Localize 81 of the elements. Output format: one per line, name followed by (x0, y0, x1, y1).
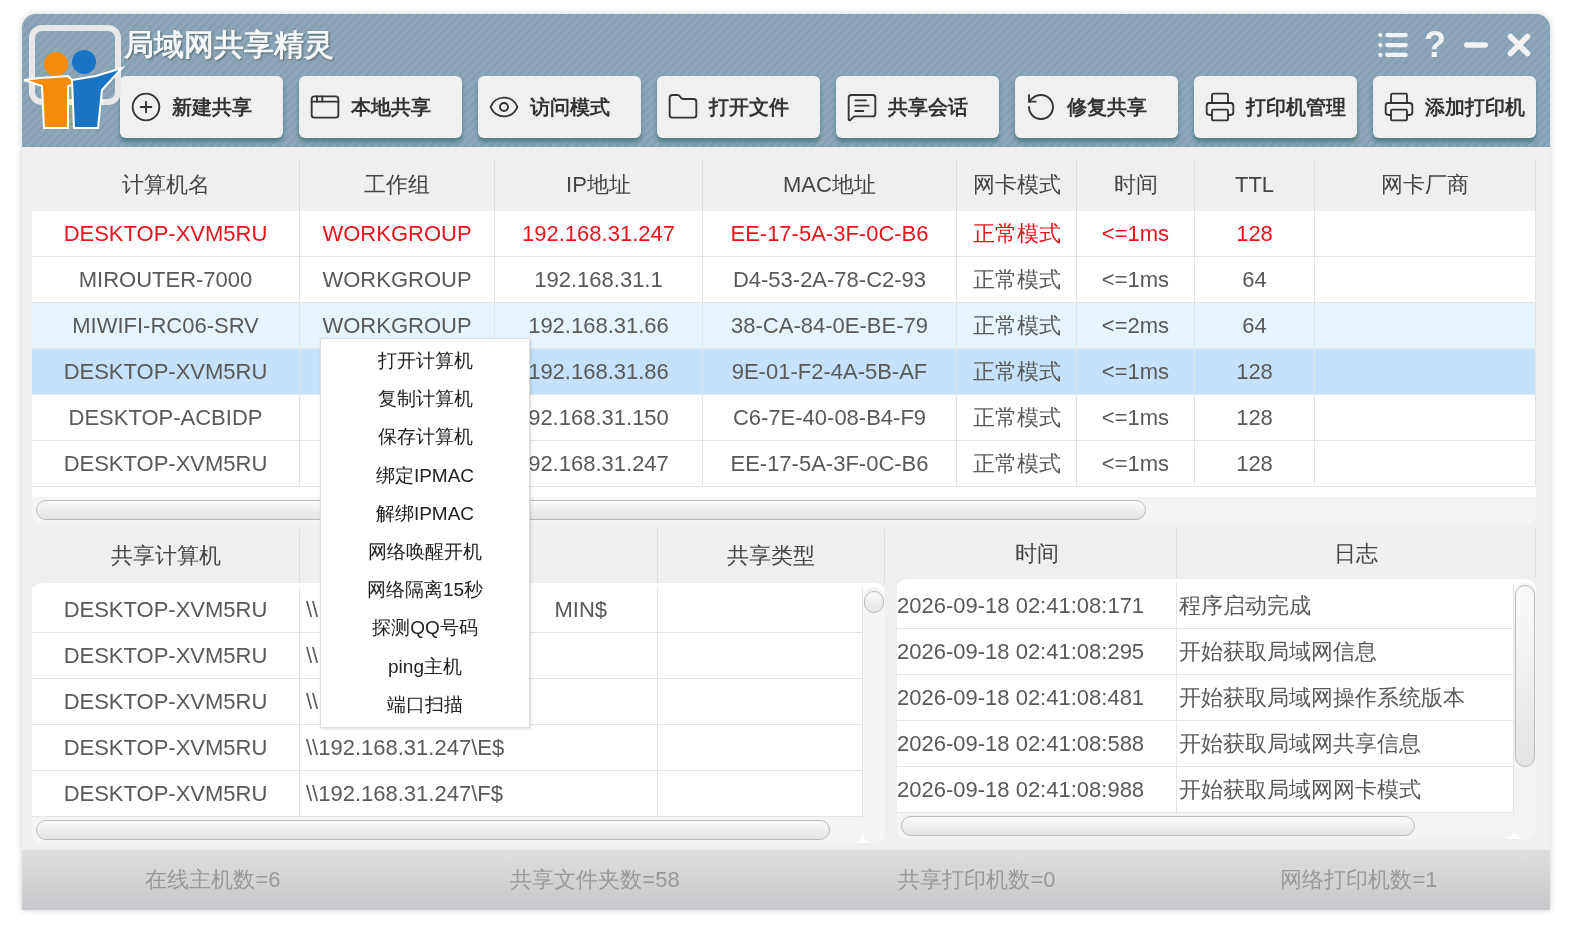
scrollbar-thumb[interactable] (36, 820, 830, 840)
table-cell: 2026-09-18 02:41:08:481 (897, 675, 1177, 720)
table-cell: WORKGROUP (300, 257, 495, 302)
toolbar-button[interactable]: 共享会话 (836, 76, 999, 138)
table-cell: EE-17-5A-3F-0C-B6 (703, 441, 957, 486)
toolbar-button[interactable]: 打开文件 (657, 76, 820, 138)
scrollbar-thumb[interactable] (901, 816, 1415, 836)
table-cell: 正常模式 (957, 257, 1077, 302)
table-cell: DESKTOP-XVM5RU (32, 587, 300, 632)
window-title: 局域网共享精灵 (124, 26, 334, 63)
table-cell: 38-CA-84-0E-BE-79 (703, 303, 957, 348)
table-cell: DESKTOP-XVM5RU (32, 211, 300, 256)
table-cell: D4-53-2A-78-C2-93 (703, 257, 957, 302)
table-cell: 2026-09-18 02:41:08:171 (897, 583, 1177, 628)
table-cell: 正常模式 (957, 303, 1077, 348)
menu-item[interactable]: 探测QQ号码 (321, 609, 529, 648)
table-cell: 128 (1195, 211, 1315, 256)
status-text: 共享打印机数=0 (897, 866, 1057, 894)
table-cell: <=1ms (1077, 211, 1195, 256)
table-cell: DESKTOP-XVM5RU (32, 725, 300, 770)
table-cell: 正常模式 (957, 395, 1077, 440)
table-cell: \\ (306, 688, 319, 715)
toolbar-button[interactable]: 添加打印机 (1373, 76, 1536, 138)
table-cell: C6-7E-40-08-B4-F9 (703, 395, 957, 440)
scrollbar-thumb[interactable] (1515, 585, 1535, 767)
toolbar-button[interactable]: 新建共享 (120, 76, 283, 138)
status-text: 在线主机数=6 (144, 866, 282, 894)
table-row[interactable]: MIROUTER-7000 WORKGROUP 192.168.31.1 D4-53-2A-78-C2-93 正常模式 <=1ms 64 (32, 257, 1536, 303)
table-cell: DESKTOP-XVM5RU (32, 441, 300, 486)
table-cell: 192.168.31.247 (495, 211, 703, 256)
table-cell: 192.168.31.1 (495, 257, 703, 302)
menu-item[interactable]: 端口扫描 (321, 685, 529, 724)
toolbar-button[interactable]: 本地共享 (299, 76, 462, 138)
table-cell: DESKTOP-XVM5RU (32, 679, 300, 724)
printer-icon (1383, 91, 1415, 123)
table-cell: <=1ms (1077, 257, 1195, 302)
status-text: 共享文件夹数=58 (509, 866, 681, 894)
table-cell: 2026-09-18 02:41:08:295 (897, 629, 1177, 674)
table-cell: 正常模式 (957, 349, 1077, 394)
table-cell: DESKTOP-ACBIDP (32, 395, 300, 440)
table-row[interactable]: DESKTOP-XVM5RU WORKGROUP 192.168.31.247 EE-17-5A-3F-0C-B6 正常模式 <=1ms 128 (32, 211, 1536, 257)
table-cell: 正常模式 (957, 211, 1077, 256)
toolbar-button[interactable]: 修复共享 (1015, 76, 1178, 138)
table-cell: DESKTOP-XVM5RU (32, 633, 300, 678)
table-cell: \\192.168.31.247\F$ (306, 780, 503, 807)
table-cell: EE-17-5A-3F-0C-B6 (703, 211, 957, 256)
menu-item[interactable]: 网络唤醒开机 (321, 532, 529, 572)
table-cell: <=1ms (1077, 441, 1195, 486)
plus-circle-icon (130, 91, 162, 123)
table-cell: \\ (306, 642, 319, 669)
menu-item[interactable]: 解绑IPMAC (321, 494, 529, 533)
table-cell: 128 (1195, 441, 1315, 486)
table-cell: <=1ms (1077, 395, 1195, 440)
table-cell: \\ (306, 596, 319, 623)
table-cell: MIWIFI-RC06-SRV (32, 303, 300, 348)
table-cell: MIN$ (554, 596, 607, 623)
refresh-icon (1025, 91, 1057, 123)
scrollbar-thumb[interactable] (864, 591, 884, 613)
table-cell: 128 (1195, 395, 1315, 440)
toolbar-button[interactable]: 访问模式 (478, 76, 641, 138)
table-cell: DESKTOP-XVM5RU (32, 771, 300, 816)
table-cell: 正常模式 (957, 441, 1077, 486)
table-cell: 2026-09-18 02:41:08:588 (897, 721, 1177, 766)
status-text: 网络打印机数=1 (1279, 866, 1439, 894)
table-cell: <=1ms (1077, 349, 1195, 394)
menu-item[interactable]: ping主机 (321, 647, 529, 686)
printer-icon (1204, 91, 1236, 123)
toolbar-button[interactable]: 打印机管理 (1194, 76, 1357, 138)
table-cell: 64 (1195, 257, 1315, 302)
table-cell: 128 (1195, 349, 1315, 394)
table-cell: \\192.168.31.247\E$ (306, 734, 505, 761)
table-row[interactable]: MIWIFI-RC06-SRV WORKGROUP 192.168.31.66 38-CA-84-0E-BE-79 正常模式 <=2ms 64 (32, 303, 1536, 349)
table-cell: 9E-01-F2-4A-5B-AF (703, 349, 957, 394)
table-cell: MIROUTER-7000 (32, 257, 300, 302)
table-cell: DESKTOP-XVM5RU (32, 349, 300, 394)
table-cell: WORKGROUP (300, 211, 495, 256)
chat-icon (846, 91, 878, 123)
table-cell: <=2ms (1077, 303, 1195, 348)
table-cell: 64 (1195, 303, 1315, 348)
table-cell: 2026-09-18 02:41:08:988 (897, 767, 1177, 812)
menu-item[interactable]: 网络隔离15秒 (321, 571, 529, 610)
